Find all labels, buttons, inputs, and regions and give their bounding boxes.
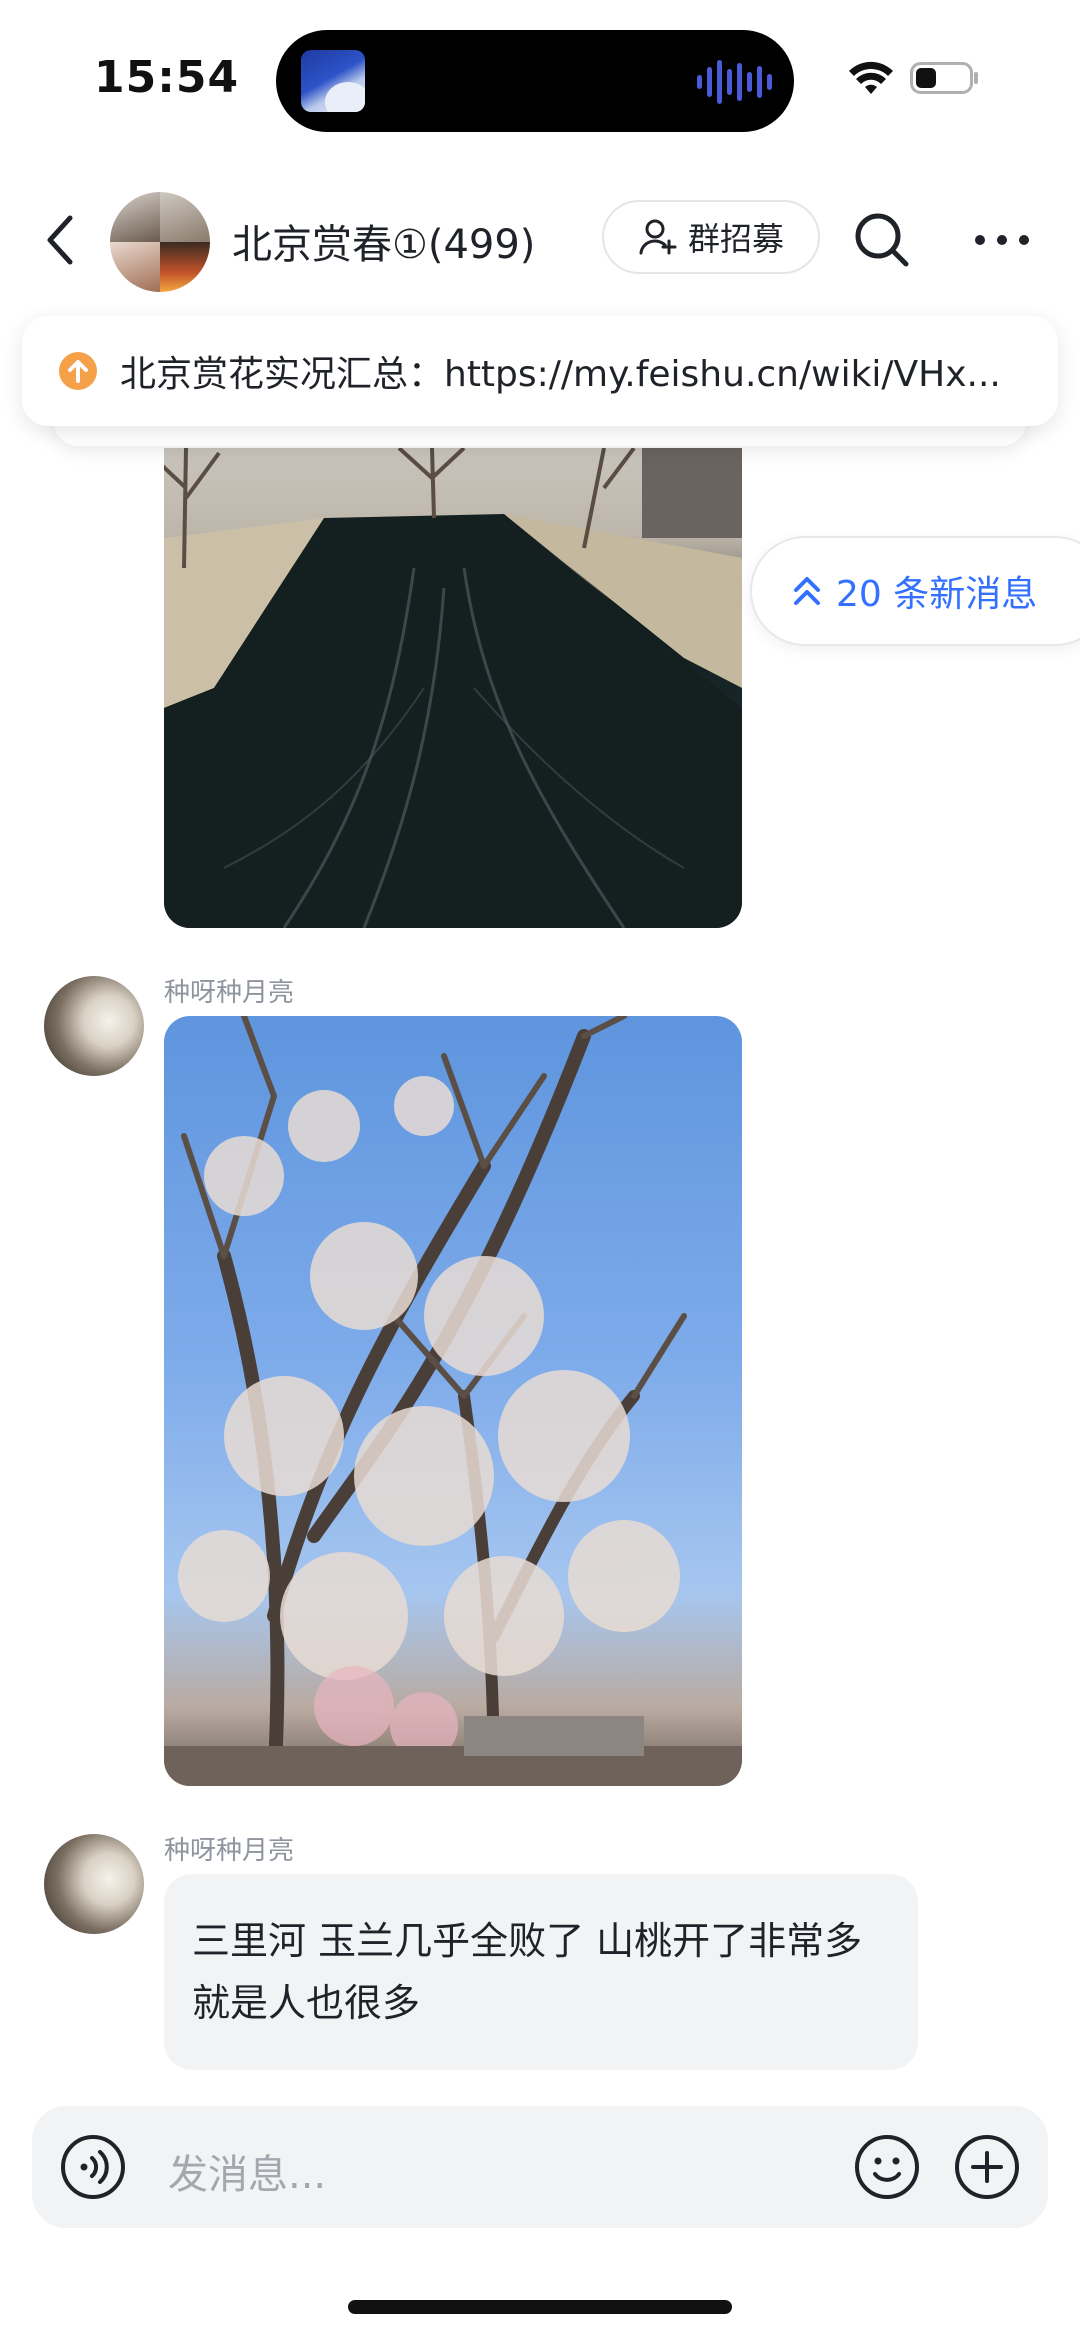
message-image-canal[interactable] [164,448,742,928]
add-attachment-icon[interactable] [954,2134,1020,2200]
new-messages-button[interactable]: 20 条新消息 [750,536,1080,646]
pinned-message-text: 北京赏花实况汇总：https://my.feishu.cn/wiki/VHx..… [120,354,1001,395]
group-title[interactable]: 北京赏春①(499) [232,212,535,270]
double-chevron-up-icon [794,577,820,605]
canal-photo-graphic [164,448,742,928]
wifi-icon [849,61,893,94]
sender-name: 种呀种月亮 [164,1836,295,1866]
group-recruit-button[interactable]: 群招募 [602,200,820,274]
chevron-left-icon [47,215,73,265]
chat-header: 北京赏春①(499) 群招募 [0,180,1080,300]
pin-up-arrow-icon [59,352,97,390]
search-icon[interactable] [852,210,912,270]
back-button[interactable] [36,204,84,276]
magnolia-photo-graphic [164,1016,742,1786]
dynamic-island[interactable] [276,30,794,132]
voice-input-icon[interactable] [60,2134,126,2200]
sender-avatar[interactable] [44,976,144,1076]
now-playing-artwork [301,50,365,112]
sender-avatar[interactable] [44,1834,144,1934]
more-options-icon[interactable] [970,210,1034,270]
group-recruit-label: 群招募 [687,220,784,258]
group-avatar[interactable] [110,192,210,292]
message-input[interactable]: 发消息... [168,2142,326,2200]
home-indicator[interactable] [348,2300,732,2314]
message-image-magnolia[interactable] [164,1016,742,1786]
message-bubble[interactable]: 三里河 玉兰几乎全败了 山桃开了非常多 就是人也很多 [164,1874,918,2070]
battery-icon [910,62,978,94]
status-time: 15:54 [94,52,240,103]
emoji-icon[interactable] [854,2134,920,2200]
add-user-icon [639,219,677,255]
message-input-bar: 发消息... [32,2106,1048,2228]
pinned-message-banner[interactable]: 北京赏花实况汇总：https://my.feishu.cn/wiki/VHx..… [22,316,1058,426]
sender-name: 种呀种月亮 [164,978,295,1008]
new-messages-label: 20 条新消息 [836,574,1038,615]
status-bar: 15:54 [0,0,1080,150]
audio-wave-icon [697,60,772,104]
